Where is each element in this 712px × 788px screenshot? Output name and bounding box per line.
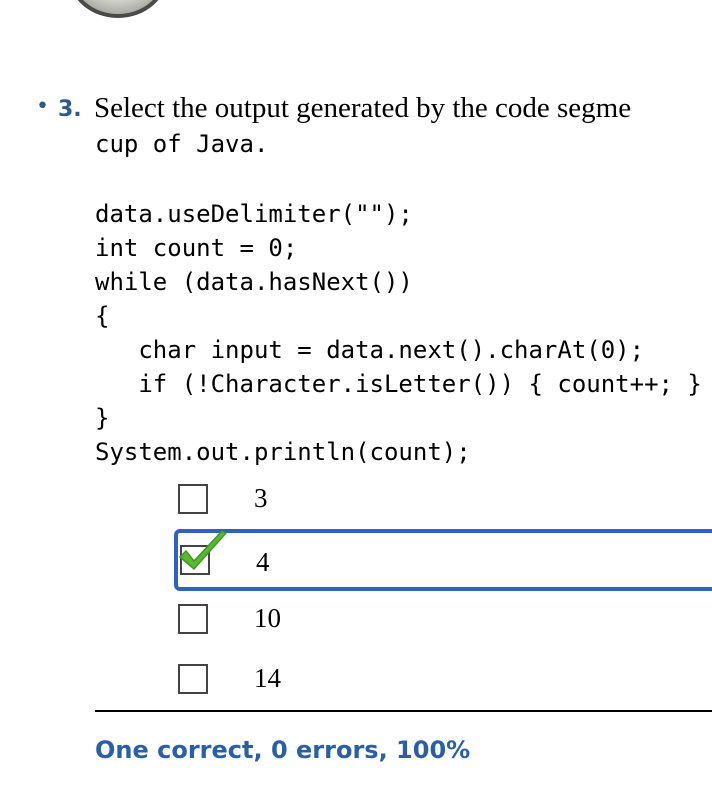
option-label: 14 [254, 663, 281, 693]
score-result: One correct, 0 errors, 100% [95, 736, 471, 764]
option-checkbox[interactable] [178, 664, 208, 694]
option-label: 10 [254, 603, 281, 633]
question-number: 3. [58, 97, 82, 122]
option-label: 3 [254, 483, 268, 513]
clock-image-partial [68, 0, 168, 18]
checkmark-icon [178, 530, 228, 571]
option-checkbox[interactable] [178, 604, 208, 634]
option-14[interactable]: 14 [174, 656, 712, 710]
question-text: Select the output generated by the code … [94, 92, 632, 124]
option-4-selected[interactable]: 4 [174, 529, 712, 591]
question-text-line2: cup of Java. [95, 130, 269, 158]
option-label: 4 [256, 547, 270, 577]
code-block: data.useDelimiter(""); int count = 0; wh… [95, 200, 702, 466]
bullet-icon: • [36, 94, 49, 119]
option-10[interactable]: 10 [174, 596, 712, 650]
divider [95, 710, 712, 712]
option-checkbox[interactable] [178, 484, 208, 514]
option-3[interactable]: 3 [174, 476, 712, 530]
